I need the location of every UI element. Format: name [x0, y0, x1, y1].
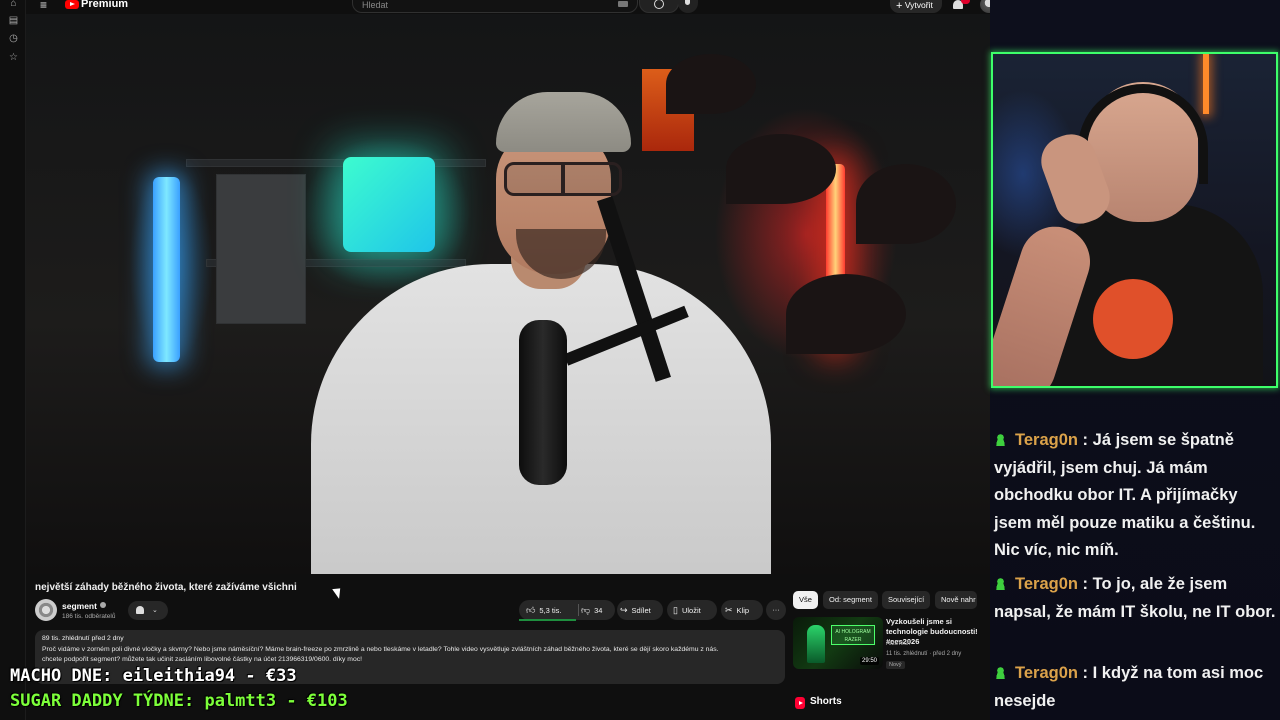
save-label: Uložit: [681, 606, 701, 615]
thumbs-up-icon: 👍︎: [526, 605, 536, 615]
moderator-icon: [994, 577, 1007, 590]
home-icon[interactable]: ⌂: [8, 0, 19, 9]
share-label: Sdílet: [631, 606, 651, 615]
webcam-light: [1203, 54, 1209, 114]
shorts-heading: Shorts: [810, 696, 842, 707]
bell-icon: [136, 606, 144, 614]
chip-recently-uploaded[interactable]: Nově nahr: [935, 591, 977, 609]
clip-label: Klip: [736, 606, 750, 615]
thumbs-down-icon: 👎︎: [581, 605, 591, 615]
mini-guide-rail: ⌂ ▤ ◷ ☆: [0, 0, 26, 720]
description-meta: 89 tis. zhlédnutí před 2 dny: [42, 635, 124, 642]
shirt-logo: [1093, 279, 1173, 359]
verified-icon: [99, 602, 106, 608]
shorts-icon: [795, 697, 805, 709]
video-duration: 29:50: [859, 657, 879, 665]
like-button[interactable]: 👍︎ 5,3 tis.: [526, 600, 562, 621]
studio-microphone: [519, 320, 567, 485]
thumbnail-text: AI HOLOGRAM RAZER: [831, 625, 875, 645]
glowing-cube: [343, 157, 435, 252]
subscription-bell-button[interactable]: ⌄: [128, 601, 168, 620]
more-icon: ···: [772, 605, 780, 614]
silver-play-button-plaque: [216, 174, 306, 324]
shelf: [186, 159, 486, 167]
brand-label[interactable]: Premium: [81, 0, 128, 10]
keyboard-icon[interactable]: [618, 1, 628, 7]
top-donor-today: MACHO DNE: eileithia94 - €33: [10, 666, 297, 686]
subscriber-count: 186 tis. odběratelů: [62, 613, 116, 620]
plant-leaf: [666, 54, 756, 114]
presenter-cap: [496, 92, 631, 152]
moderator-icon: [994, 433, 1007, 446]
like-dislike-group: 👍︎ 5,3 tis. 👎︎ 34: [519, 600, 615, 621]
search-button[interactable]: [639, 0, 679, 13]
channel-name[interactable]: segment: [62, 601, 106, 611]
library-icon[interactable]: ▤: [8, 15, 19, 26]
share-button[interactable]: ↪ Sdílet: [617, 600, 663, 620]
blue-led-tube: [153, 177, 180, 362]
search-input[interactable]: Hledat: [352, 0, 638, 13]
new-badge: Nový: [886, 661, 905, 669]
recommendation-meta: 11 tis. zhlédnutí · před 2 dny: [886, 651, 962, 657]
presenter-glasses: [504, 162, 622, 196]
video-title: největší záhady běžného života, které za…: [35, 582, 297, 593]
search-placeholder: Hledat: [362, 0, 389, 10]
chat-username: Terag0n: [1015, 431, 1078, 449]
description-line-2: chcete podpořit segment? můžete tak učin…: [42, 656, 363, 663]
star-icon[interactable]: ☆: [8, 52, 19, 63]
divider: [578, 604, 579, 616]
plus-icon: +: [896, 0, 903, 12]
plant-leaf: [856, 164, 956, 244]
mouse-cursor-icon: [332, 585, 345, 599]
chat-text: Já jsem se špatně vyjádřil, jsem chuj. J…: [994, 431, 1256, 559]
chip-related[interactable]: Související: [882, 591, 931, 609]
notification-badge: [961, 0, 970, 4]
recommendation-thumbnail[interactable]: AI HOLOGRAM RAZER 29:50: [793, 617, 883, 669]
chat-message: Terag0n : Já jsem se špatně vyjádřil, js…: [994, 431, 1256, 559]
thumbnail-figure: [807, 625, 825, 663]
chat-username: Terag0n: [1015, 575, 1078, 593]
plant-leaf: [786, 274, 906, 354]
create-button[interactable]: + Vytvořit: [890, 0, 942, 13]
masthead: ≡ Premium Hledat + Vytvořit: [26, 0, 998, 14]
chevron-down-icon: ⌄: [152, 607, 158, 614]
bookmark-icon: ▯: [673, 605, 678, 615]
chat-message: Terag0n : To jo, ale že jsem napsal, že …: [994, 575, 1276, 621]
youtube-logo-icon[interactable]: [65, 0, 79, 9]
recommendation-channel[interactable]: AlzaTech: [886, 641, 910, 647]
like-count: 5,3 tis.: [539, 606, 562, 615]
hamburger-menu-icon[interactable]: ≡: [40, 0, 47, 11]
microphone-icon[interactable]: [678, 0, 698, 13]
chip-from-channel[interactable]: Od: segment: [823, 591, 878, 609]
channel-avatar[interactable]: [35, 599, 57, 621]
dislike-count: 34: [594, 606, 603, 615]
streamer-webcam: [991, 52, 1278, 388]
plant-leaf: [726, 134, 836, 204]
description-line-1: Proč vidáme v zorném poli divné vločky a…: [42, 645, 719, 653]
scissors-icon: ✂: [725, 605, 733, 615]
history-icon[interactable]: ◷: [8, 33, 19, 44]
save-button[interactable]: ▯ Uložit: [667, 600, 717, 620]
moderator-icon: [994, 666, 1007, 679]
chip-all[interactable]: Vše: [793, 591, 818, 609]
chat-username: Terag0n: [1015, 664, 1078, 682]
chat-message: Terag0n : I když na tom asi moc nesejde: [994, 664, 1264, 710]
clip-button[interactable]: ✂ Klip: [721, 600, 763, 620]
more-actions-button[interactable]: ···: [766, 600, 786, 620]
dislike-button[interactable]: 👎︎ 34: [581, 600, 602, 621]
channel-name-label: segment: [62, 601, 97, 611]
video-player[interactable]: [26, 14, 990, 574]
top-donor-week: SUGAR DADDY TÝDNE: palmtt3 - €103: [10, 691, 348, 711]
share-icon: ↪: [620, 605, 628, 615]
create-label: Vytvořit: [904, 0, 933, 10]
like-underline: [519, 619, 576, 621]
